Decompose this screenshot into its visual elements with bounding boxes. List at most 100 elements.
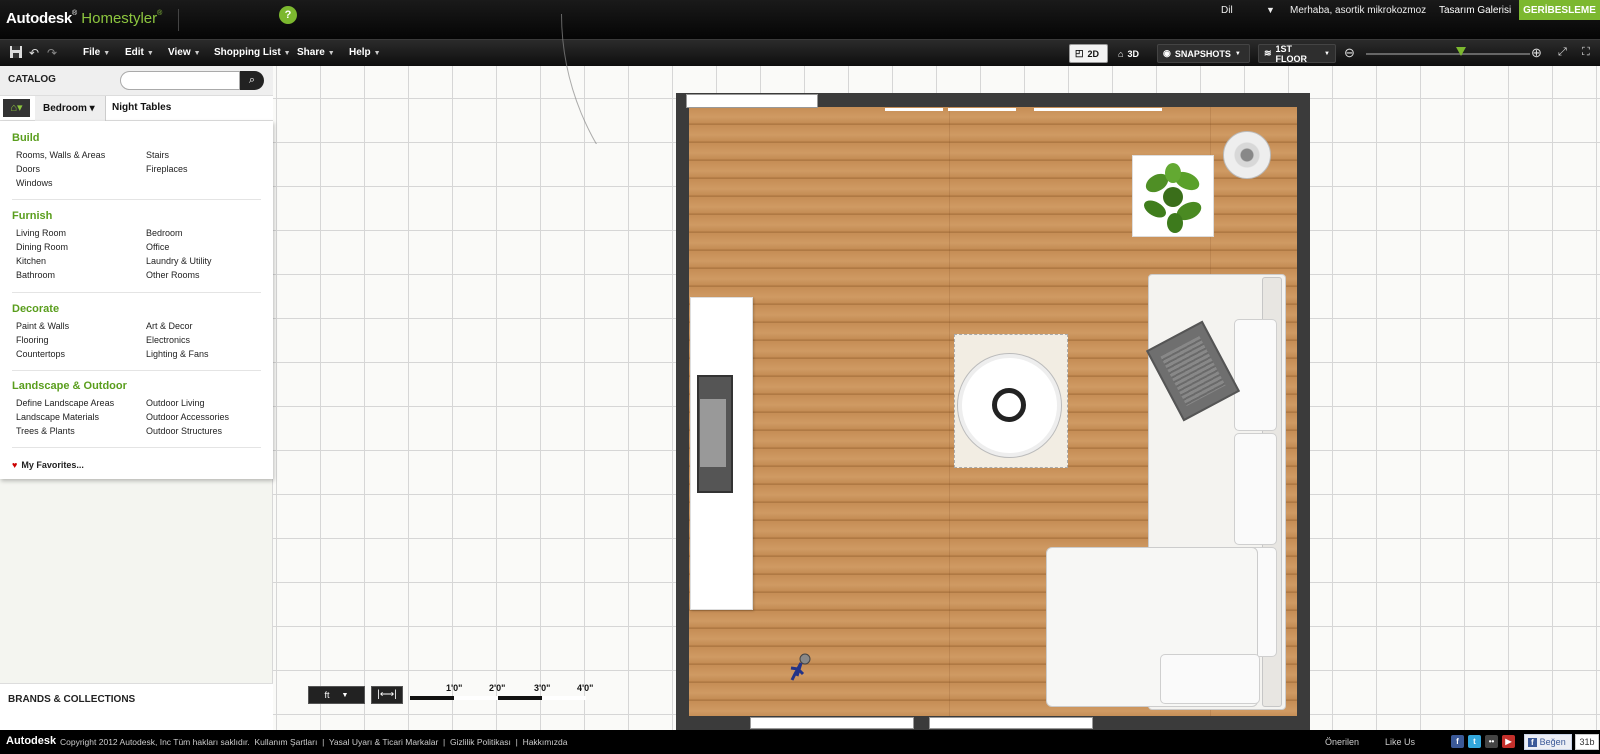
zoom-slider-thumb[interactable] [1456, 47, 1467, 56]
catalog-link[interactable]: Dining Room [12, 242, 142, 252]
catalog-breadcrumb: ⌂▾ Bedroom ▾ Night Tables [0, 96, 273, 121]
heart-icon: ♥ [12, 460, 18, 470]
zoom-out-icon[interactable]: ⊖ [1344, 45, 1355, 61]
like-count: 31b [1575, 734, 1599, 750]
catalog-category-menu: Build Rooms, Walls & Areas Stairs Doors … [0, 121, 273, 479]
floor-lamp[interactable] [1223, 131, 1271, 179]
footer-copyright: Copyright 2012 Autodesk, Inc Tüm hakları… [60, 737, 568, 747]
youtube-icon[interactable]: ▶ [1502, 735, 1515, 748]
catalog-link[interactable]: Landscape Materials [12, 412, 142, 422]
catalog-link[interactable]: Electronics [142, 335, 262, 345]
facebook-like-button[interactable]: f Beğen [1524, 734, 1572, 750]
fit-to-screen-icon[interactable]: ⤢ [1558, 46, 1567, 59]
menu-help[interactable]: Help ▼ [349, 47, 381, 58]
footer-like-us: Like Us [1385, 737, 1416, 747]
app-logo[interactable]: Autodesk® Homestyler® [6, 10, 162, 27]
window-bottom-1[interactable] [750, 717, 914, 729]
door-opening[interactable] [686, 94, 818, 108]
camera-icon: ◉ [1163, 48, 1171, 58]
catalog-link[interactable]: Windows [12, 178, 142, 188]
catalog-link[interactable]: Lighting & Fans [142, 349, 262, 359]
menu-file[interactable]: File ▼ [83, 47, 110, 58]
catalog-link[interactable]: Bedroom [142, 228, 262, 238]
feedback-button[interactable]: GERİBESLEME [1519, 0, 1600, 20]
redo-icon[interactable]: ↷ [44, 45, 60, 61]
catalog-link[interactable]: Outdoor Accessories [142, 412, 262, 422]
catalog-link[interactable]: Doors [12, 164, 142, 174]
category-landscape: Landscape & Outdoor Define Landscape Are… [12, 380, 262, 436]
menu-view[interactable]: View ▼ [168, 47, 201, 58]
catalog-link[interactable]: Rooms, Walls & Areas [12, 150, 142, 160]
user-greeting[interactable]: Merhaba, asortik mikrokozmoz [1290, 5, 1426, 16]
zoom-slider[interactable] [1366, 53, 1530, 55]
footer-suggestions[interactable]: Önerilen [1325, 737, 1359, 747]
breadcrumb-bedroom[interactable]: Bedroom ▾ [35, 96, 106, 121]
view-2d-button[interactable]: ◰ 2D [1069, 44, 1108, 63]
unit-selector[interactable]: ft ▼ [308, 686, 365, 704]
zoom-in-icon[interactable]: ⊕ [1531, 45, 1542, 61]
window-top-2[interactable] [948, 108, 1016, 111]
plan-icon: ◰ [1075, 48, 1084, 58]
home-icon[interactable]: ⌂▾ [3, 99, 30, 117]
footer-link-legal[interactable]: Yasal Uyarı & Ticari Markalar [329, 737, 438, 747]
catalog-link[interactable]: Laundry & Utility [142, 256, 262, 266]
menu-share[interactable]: Share ▼ [297, 47, 335, 58]
catalog-link[interactable]: Define Landscape Areas [12, 398, 142, 408]
twitter-icon[interactable]: t [1468, 735, 1481, 748]
menu-shopping-list[interactable]: Shopping List ▼ [214, 47, 291, 58]
person-figure-icon[interactable] [789, 652, 813, 682]
footer-logo[interactable]: Autodesk [6, 735, 56, 747]
brands-collections-tab[interactable]: BRANDS & COLLECTIONS [0, 683, 273, 730]
my-favorites-link[interactable]: ♥ My Favorites... [12, 460, 84, 470]
sofa-back-cushion-1 [1234, 319, 1277, 431]
chevron-down-icon[interactable]: ▼ [1266, 5, 1275, 15]
menu-edit[interactable]: Edit ▼ [125, 47, 154, 58]
footer: Autodesk Copyright 2012 Autodesk, Inc Tü… [0, 730, 1600, 754]
catalog-link[interactable]: Flooring [12, 335, 142, 345]
footer-link-privacy[interactable]: Gizlilik Politikası [450, 737, 511, 747]
breadcrumb-night-tables[interactable]: Night Tables [112, 102, 171, 113]
snapshots-button[interactable]: ◉ SNAPSHOTS ▼ [1157, 44, 1250, 63]
search-icon[interactable]: ⌕ [240, 71, 264, 90]
catalog-link[interactable]: Living Room [12, 228, 142, 238]
help-icon[interactable]: ? [279, 6, 297, 24]
fullscreen-icon[interactable]: ⛶ [1582, 46, 1590, 59]
catalog-link[interactable]: Kitchen [12, 256, 142, 266]
language-selector[interactable]: Dil [1221, 5, 1233, 16]
catalog-link[interactable]: Office [142, 242, 262, 252]
catalog-title: CATALOG [8, 74, 56, 85]
floor-selector[interactable]: ≋ 1ST FLOOR ▼ [1258, 44, 1336, 64]
top-bar: Autodesk® Homestyler® Dil ▼ Merhaba, aso… [0, 0, 1600, 39]
house-icon: ⌂ [1118, 48, 1124, 59]
catalog-link[interactable]: Paint & Walls [12, 321, 142, 331]
catalog-link[interactable]: Countertops [12, 349, 142, 359]
catalog-search-input[interactable] [120, 71, 240, 90]
measure-tool-icon[interactable]: |⟷| [371, 686, 403, 704]
window-bottom-2[interactable] [929, 717, 1093, 729]
footer-link-about[interactable]: Hakkımızda [523, 737, 568, 747]
catalog-link[interactable]: Outdoor Living [142, 398, 262, 408]
undo-icon[interactable]: ↶ [26, 45, 42, 61]
catalog-link[interactable]: Fireplaces [142, 164, 262, 174]
category-furnish: Furnish Living Room Bedroom Dining Room … [12, 210, 262, 280]
catalog-link[interactable]: Stairs [142, 150, 262, 160]
catalog-link[interactable]: Other Rooms [142, 270, 262, 280]
catalog-link[interactable]: Bathroom [12, 270, 142, 280]
catalog-link[interactable]: Art & Decor [142, 321, 262, 331]
footer-link-terms[interactable]: Kullanım Şartları [255, 737, 318, 747]
catalog-link[interactable]: Outdoor Structures [142, 426, 262, 436]
window-top-3[interactable] [1034, 108, 1162, 111]
divider [12, 447, 261, 448]
flickr-icon[interactable]: •• [1485, 735, 1498, 748]
brand-name: Autodesk [6, 10, 72, 27]
homestyler-app: Autodesk® Homestyler® Dil ▼ Merhaba, aso… [0, 0, 1600, 754]
plant-icon[interactable] [1141, 161, 1205, 233]
window-top-1[interactable] [885, 108, 943, 111]
facebook-icon[interactable]: f [1451, 735, 1464, 748]
view-3d-button[interactable]: ⌂ 3D [1113, 44, 1153, 63]
catalog-link[interactable]: Trees & Plants [12, 426, 142, 436]
design-gallery-link[interactable]: Tasarım Galerisi [1439, 5, 1511, 16]
category-heading: Build [12, 132, 40, 144]
scale-label: 2'0" [489, 683, 506, 693]
save-icon[interactable] [8, 45, 24, 61]
